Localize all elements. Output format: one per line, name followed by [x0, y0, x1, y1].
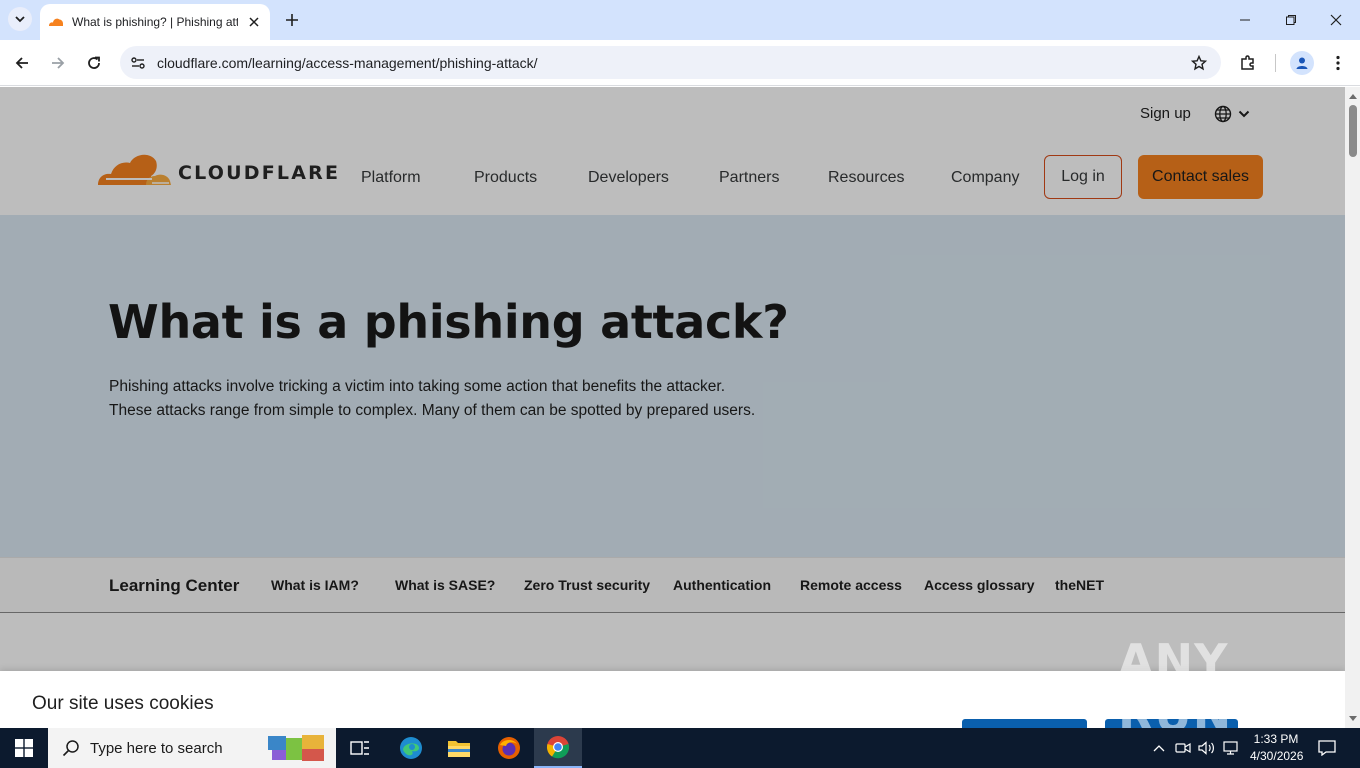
tab-close-icon[interactable]: [246, 14, 262, 30]
login-button[interactable]: Log in: [1044, 155, 1122, 199]
edge-browser-icon[interactable]: [387, 728, 435, 768]
profile-avatar-icon[interactable]: [1290, 51, 1314, 75]
chevron-down-icon: [1238, 110, 1250, 118]
lc-link-remote-access[interactable]: Remote access: [800, 577, 902, 593]
notifications-icon[interactable]: [1312, 736, 1342, 760]
back-arrow-icon[interactable]: [10, 51, 34, 75]
clock-date: 4/30/2026: [1250, 749, 1304, 763]
task-view-icon[interactable]: [336, 728, 384, 768]
scroll-down-arrow-icon[interactable]: [1348, 714, 1357, 723]
reload-icon[interactable]: [82, 51, 106, 75]
cloudflare-logo[interactable]: CLOUDFLARE: [96, 151, 340, 187]
site-header: Sign up CLOUDFLARE Platform Products Dev…: [0, 87, 1345, 215]
browser-tab-bar: What is phishing? | Phishing attack: [0, 0, 1360, 40]
logo-wordmark: CLOUDFLARE: [178, 162, 341, 184]
lc-link-iam[interactable]: What is IAM?: [271, 577, 359, 593]
cloudflare-cloud-icon: [98, 154, 171, 185]
lc-link-zero-trust[interactable]: Zero Trust security: [524, 577, 650, 593]
puzzle-decoration-icon: [268, 735, 324, 761]
lc-link-authentication[interactable]: Authentication: [673, 577, 771, 593]
site-info-icon[interactable]: [128, 53, 148, 73]
nav-platform[interactable]: Platform: [361, 169, 421, 187]
page-scrollbar[interactable]: [1345, 87, 1360, 728]
bookmark-star-icon[interactable]: [1189, 53, 1209, 73]
taskbar-search-placeholder: Type here to search: [90, 739, 223, 757]
firefox-icon[interactable]: [485, 728, 533, 768]
windows-start-icon[interactable]: [0, 728, 48, 768]
search-icon: [62, 740, 79, 757]
url-text: cloudflare.com/learning/access-managemen…: [157, 54, 538, 71]
nav-partners[interactable]: Partners: [719, 169, 779, 187]
tab-title: What is phishing? | Phishing attack: [72, 15, 238, 29]
meet-now-icon[interactable]: [1174, 728, 1192, 768]
hero-section: What is a phishing attack? Phishing atta…: [0, 215, 1345, 557]
show-hidden-icons-chevron-icon[interactable]: [1150, 728, 1168, 768]
cookie-button-primary[interactable]: [962, 719, 1087, 728]
restore-icon[interactable]: [1281, 10, 1301, 30]
new-tab-plus-icon[interactable]: [282, 10, 302, 30]
chevron-down-icon: [15, 16, 25, 23]
globe-icon: [1214, 105, 1232, 123]
network-icon[interactable]: [1221, 728, 1241, 768]
cookie-banner-title: Our site uses cookies: [32, 693, 214, 714]
close-window-icon[interactable]: [1326, 10, 1346, 30]
nav-products[interactable]: Products: [474, 169, 537, 187]
toolbar-separator: [1275, 54, 1276, 72]
browser-toolbar: cloudflare.com/learning/access-managemen…: [0, 40, 1360, 86]
learning-center-nav: Learning Center What is IAM? What is SAS…: [0, 557, 1345, 613]
lc-link-sase[interactable]: What is SASE?: [395, 577, 495, 593]
lc-link-access-glossary[interactable]: Access glossary: [924, 577, 1035, 593]
address-bar[interactable]: cloudflare.com/learning/access-managemen…: [120, 46, 1221, 79]
nav-resources[interactable]: Resources: [828, 169, 904, 187]
nav-developers[interactable]: Developers: [588, 169, 669, 187]
extensions-puzzle-icon[interactable]: [1236, 51, 1260, 75]
anyrun-watermark: ANY RUN: [1118, 634, 1233, 742]
nav-company[interactable]: Company: [951, 169, 1019, 187]
page-viewport: Sign up CLOUDFLARE Platform Products Dev…: [0, 87, 1345, 728]
page-title: What is a phishing attack?: [108, 295, 789, 349]
tab-search-button[interactable]: [8, 7, 32, 31]
menu-kebab-icon[interactable]: [1326, 51, 1350, 75]
hero-description: Phishing attacks involve tricking a vict…: [109, 378, 756, 419]
forward-arrow-icon[interactable]: [46, 51, 70, 75]
clock-time: 1:33 PM: [1253, 732, 1299, 746]
language-selector[interactable]: [1214, 104, 1254, 124]
scrollbar-thumb[interactable]: [1349, 105, 1357, 157]
chrome-icon[interactable]: [534, 728, 582, 768]
learning-center-title[interactable]: Learning Center: [109, 576, 239, 596]
contact-sales-button[interactable]: Contact sales: [1138, 155, 1263, 199]
minimize-icon[interactable]: [1235, 10, 1255, 30]
volume-icon[interactable]: [1197, 728, 1217, 768]
windows-taskbar: Type here to search 1:33 PM 4/30/2026: [0, 728, 1360, 768]
cloudflare-favicon-icon: [48, 14, 64, 30]
file-explorer-icon[interactable]: [435, 728, 483, 768]
taskbar-search-box[interactable]: Type here to search: [48, 728, 336, 768]
scroll-up-arrow-icon[interactable]: [1348, 91, 1357, 100]
lc-link-thenet[interactable]: theNET: [1055, 577, 1104, 593]
signup-link[interactable]: Sign up: [1140, 105, 1191, 122]
browser-tab-active[interactable]: What is phishing? | Phishing attack: [40, 4, 270, 40]
taskbar-clock[interactable]: 1:33 PM 4/30/2026: [1250, 731, 1304, 765]
